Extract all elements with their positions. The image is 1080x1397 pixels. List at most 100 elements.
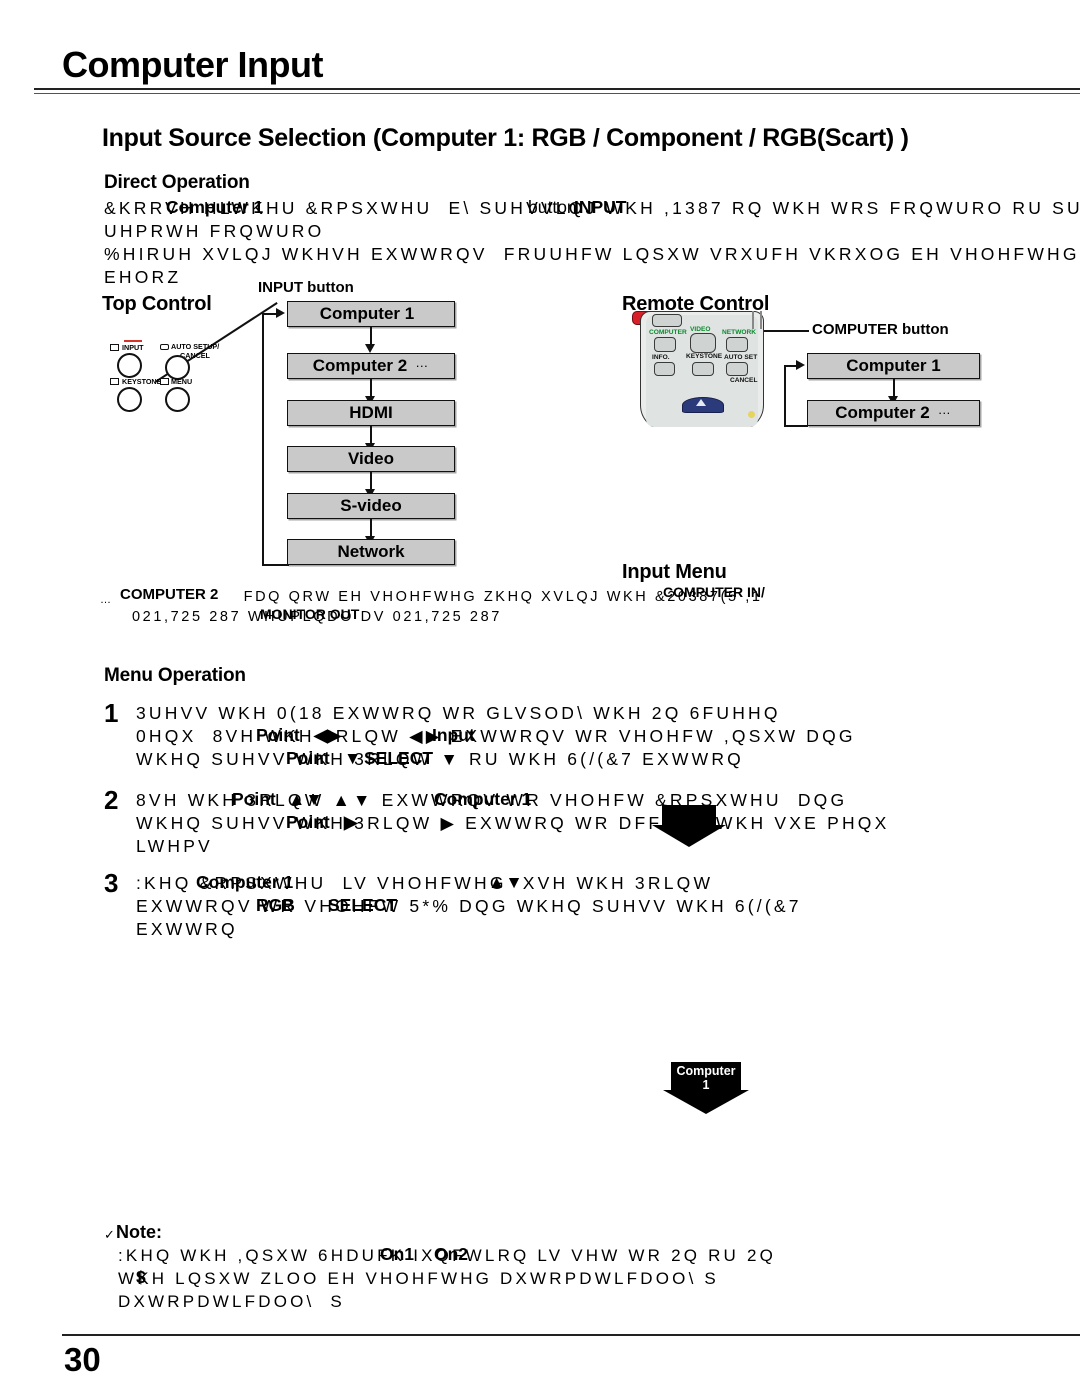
step2-overlay-point-a: Point xyxy=(232,789,276,809)
remote-flow-item-computer-2[interactable]: Computer 2 … xyxy=(807,400,980,426)
step1-overlay-select: SELECT xyxy=(364,748,434,768)
cipher-line: WKHQ SUHVV WKH 3RLQW ▼ RU WKH 6(/(&7 EXW… xyxy=(136,749,744,769)
footer-divider xyxy=(62,1334,1080,1336)
flow-label: S-video xyxy=(340,496,402,515)
inline-arrow-head xyxy=(652,825,726,847)
footnote-overlay-computer-in: COMPUTER IN/ xyxy=(663,584,765,600)
remote-video-button[interactable] xyxy=(690,333,716,353)
remote-edge-line-1 xyxy=(752,311,754,329)
top-control-label-auto-setup: AUTO SETUP/ xyxy=(171,342,220,351)
menu-operation-heading: Menu Operation xyxy=(104,665,246,686)
flow-label: Video xyxy=(348,449,394,468)
step-body-3: :KHQ &RPSXWHU LV VHOHFWHG XVH WKH 3RLQW … xyxy=(136,872,996,941)
remote-indicator-dot xyxy=(748,411,755,418)
step3-overlay-computer-1: Computer 1 xyxy=(196,872,294,892)
direct-operation-body: &KRRVH HLWKHU &RPSXWHU E\ SUHVVLQJ WKH ,… xyxy=(104,197,1080,289)
remote-edge-line-2 xyxy=(760,311,762,329)
flow-arrow-4 xyxy=(370,472,372,490)
remote-keystone-button[interactable] xyxy=(692,362,714,376)
flow-label: Computer 1 xyxy=(846,356,941,375)
cipher-line: LWHPV xyxy=(136,836,213,856)
flow-arrow-5 xyxy=(370,519,372,537)
flow-label: HDMI xyxy=(349,403,393,422)
flow-item-computer-1[interactable]: Computer 1 xyxy=(287,301,455,327)
remote-loop-bottom xyxy=(784,425,808,427)
remote-label-keystone: KEYSTONE xyxy=(686,353,723,360)
step-body-2: 8VH WKH 3RLQW ▲▼ EXWWRQV WR VHOHFW &RPSX… xyxy=(136,789,996,858)
step1-overlay-lr-arrows: ◀▶ xyxy=(314,725,341,745)
step1-overlay-input: Input xyxy=(432,725,475,745)
remote-info-button[interactable] xyxy=(654,362,675,376)
keystone-knob-button[interactable] xyxy=(117,387,142,412)
remote-label-cancel: CANCEL xyxy=(730,377,758,384)
overlay-input: INPUT xyxy=(574,197,627,217)
step-number-2: 2 xyxy=(104,785,119,815)
note-checkmark-icon: ✓ xyxy=(104,1227,115,1242)
cipher-line: %HIRUH XVLQJ WKHVH EXWWRQV FRUUHFW LQSXW… xyxy=(104,244,1080,264)
flow-item-hdmi[interactable]: HDMI xyxy=(287,400,455,426)
remote-cancel-button[interactable] xyxy=(726,362,748,376)
cipher-line: DXWRPDWLFDOO\ S xyxy=(118,1292,345,1311)
flow-label: Network xyxy=(337,542,405,561)
overlay-button: button xyxy=(528,197,577,217)
step3-overlay-rgb: RGB xyxy=(256,895,295,915)
flow-item-s-video[interactable]: S-video xyxy=(287,493,455,519)
remote-flow-arrow xyxy=(893,379,895,397)
cipher-line: 3UHVV WKH 0(18 EXWWRQ WR GLVSOD\ WKH 2Q … xyxy=(136,703,781,723)
flow-item-video[interactable]: Video xyxy=(287,446,455,472)
cipher-line: WKHQ SUHVV WKH 3RLQW ▶ EXWWRQ WR DFFHVV … xyxy=(136,813,890,833)
remote-label-video: VIDEO xyxy=(690,326,711,333)
inline-arrow-bar xyxy=(662,805,716,827)
remote-top-left-button[interactable] xyxy=(652,314,682,327)
top-control-label-input: INPUT xyxy=(122,343,144,352)
flow-item-network[interactable]: Network xyxy=(287,539,455,565)
input-red-marker xyxy=(124,340,142,342)
step2-overlay-ud-arrows: ▲▼ xyxy=(288,789,323,809)
input-knob-button[interactable] xyxy=(117,353,142,378)
step2-overlay-computer-1: Computer 1 xyxy=(434,789,532,809)
step-body-1: 3UHVV WKH 0(18 EXWWRQ WR GLVSOD\ WKH 2Q … xyxy=(136,702,996,771)
remote-label-info: INFO. xyxy=(652,354,670,361)
remote-network-button[interactable] xyxy=(726,337,748,352)
computer-1-arrow-line-2: 1 xyxy=(702,1078,710,1092)
menu-knob-button[interactable] xyxy=(165,387,190,412)
input-menu-heading: Input Menu xyxy=(622,561,727,583)
note-body: :KHQ WKH ,QSXW 6HDUFK IXQFWLRQ LV VHW WR… xyxy=(118,1244,776,1313)
flow-label: Computer 2 xyxy=(312,356,408,375)
page-title: Computer Input xyxy=(62,44,323,85)
flow-item-computer-2[interactable]: Computer 2 … xyxy=(287,353,455,379)
flow-arrow-2 xyxy=(370,379,372,397)
step-number-3: 3 xyxy=(104,868,119,898)
manual-page: Computer Input Input Source Selection (C… xyxy=(0,0,1080,1397)
input-glyph-icon xyxy=(110,344,119,351)
note-overlay-on2: On2 xyxy=(434,1244,469,1264)
step3-overlay-ud-arrows: ▲▼ xyxy=(488,872,523,892)
remote-loop-arrowhead xyxy=(796,360,805,370)
cipher-line: EXWWRQ xyxy=(136,919,238,939)
remote-flow-item-computer-1[interactable]: Computer 1 xyxy=(807,353,980,379)
computer-1-arrow-text: Computer 1 xyxy=(663,1064,749,1092)
footnote-bold-lead: COMPUTER 2 xyxy=(120,586,219,603)
keystone-glyph-icon xyxy=(110,378,119,385)
remote-computer-button[interactable] xyxy=(654,337,676,352)
cipher-line: WKH LQSXW ZLOO EH VHOHFWHG DXWRPDWLFDOO\… xyxy=(118,1269,719,1288)
overlay-computer-1: Computer 1 xyxy=(166,197,264,217)
step-number-1: 1 xyxy=(104,698,119,728)
note-heading: Note: xyxy=(116,1222,162,1242)
top-control-label-menu: MENU xyxy=(171,377,193,386)
computer-button-callout-label: COMPUTER button xyxy=(812,321,949,338)
top-control-artwork: INPUT AUTO SETUP/ CANCEL KEYSTONE MENU xyxy=(108,340,226,412)
computer-1-arrow-line-1: Computer xyxy=(676,1064,736,1078)
footnote-marker: … xyxy=(100,594,114,606)
step1-overlay-point-b: Point xyxy=(286,748,330,768)
note-overlay-on1: On1 xyxy=(380,1244,415,1264)
flow-dots: … xyxy=(937,401,952,417)
step1-overlay-point-a: Point xyxy=(256,725,300,745)
flow-label: Computer 1 xyxy=(319,304,415,323)
top-control-label-keystone: KEYSTONE xyxy=(122,377,162,386)
step2-overlay-point-b: Point xyxy=(286,812,330,832)
cipher-line: EHORZ xyxy=(104,267,182,287)
remote-control-artwork: COMPUTER VIDEO NETWORK INFO. KEYSTONE AU… xyxy=(632,311,778,427)
remote-label-computer: COMPUTER xyxy=(649,329,687,336)
footnote-overlay-monitor-out: MONITOR OUT xyxy=(260,606,360,622)
